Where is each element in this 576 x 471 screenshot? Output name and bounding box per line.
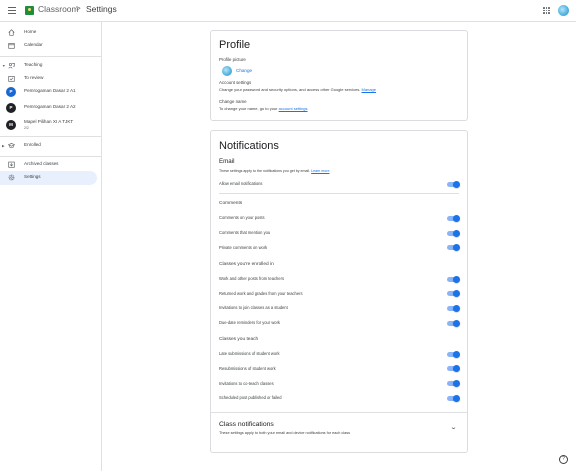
sidebar-item-teaching[interactable]: ▼ Teaching [0, 59, 97, 73]
sidebar-item-class-3[interactable]: M Mapel Pilihan XI A TJKT 2/2 [0, 117, 97, 133]
email-description: These settings apply to the notification… [219, 169, 329, 173]
sidebar-item-label: Enrolled [24, 142, 41, 147]
sidebar-item-enrolled[interactable]: ▶ Enrolled [0, 139, 97, 153]
sidebar-item-label: Archived classes [24, 161, 59, 166]
sidebar-item-class-1[interactable]: P Pemrogaman Dasar 2 A1 [0, 85, 97, 99]
top-app-bar: Classroom > Settings [0, 0, 576, 22]
change-picture-link[interactable]: Change [236, 68, 252, 73]
sidebar-item-archived[interactable]: Archived classes [0, 158, 97, 172]
setting-label: Invitations to join classes as a student [219, 305, 288, 310]
profile-card: Profile Profile picture Change Account s… [210, 30, 468, 121]
sidebar-divider [0, 136, 101, 137]
sidebar-item-label: Home [24, 29, 37, 34]
main-menu-icon[interactable] [8, 7, 16, 14]
sidebar-item-settings[interactable]: Settings [0, 171, 97, 185]
sidebar-item-label: Pemrogaman Dasar 2 A1 [24, 88, 76, 93]
expand-caret-icon[interactable]: ▼ [2, 64, 6, 68]
teach-heading: Classes you teach [219, 337, 259, 342]
sidebar: Home Calendar ▼ Teaching To review P Pem… [0, 22, 102, 471]
setting-label: Comments on your posts [219, 215, 265, 220]
setting-label: Late submissions of student work [219, 351, 280, 356]
expand-caret-icon[interactable]: ▶ [2, 144, 5, 148]
profile-picture [222, 66, 232, 76]
class-notifications-section[interactable]: Class notifications These settings apply… [211, 413, 467, 451]
sidebar-item-home[interactable]: Home [0, 26, 97, 40]
section-divider [219, 193, 459, 194]
profile-title: Profile [219, 39, 251, 51]
chevron-down-icon[interactable]: ⌄ [450, 424, 457, 431]
email-description-text: These settings apply to the notification… [219, 169, 311, 173]
comments-heading: Comments [219, 201, 243, 206]
account-settings-text: Change your password and security option… [219, 87, 376, 92]
sidebar-item-label: To review [24, 75, 44, 80]
gear-icon [8, 174, 15, 181]
class-notifications-title: Class notifications [219, 421, 274, 428]
setting-label: Comments that mention you [219, 230, 271, 235]
returned-work-toggle[interactable] [447, 289, 460, 297]
calendar-icon [8, 43, 15, 49]
email-heading: Email [219, 158, 235, 165]
due-date-reminders-toggle[interactable] [447, 319, 460, 327]
graduation-cap-icon [8, 143, 15, 149]
setting-label: Work and other posts from teachers [219, 276, 284, 281]
account-settings-heading: Account settings [219, 80, 252, 85]
profile-picture-label: Profile picture [219, 57, 246, 62]
to-review-icon [8, 76, 15, 82]
comments-on-posts-toggle[interactable] [447, 214, 460, 222]
class-section: 2/2 [24, 126, 29, 130]
notifications-title: Notifications [219, 140, 279, 152]
change-name-description: To change your name, go to your [219, 106, 278, 111]
comments-mention-toggle[interactable] [447, 229, 460, 237]
manage-link[interactable]: Manage [362, 87, 376, 92]
sidebar-item-label: Settings [24, 174, 41, 179]
co-teach-invitations-toggle[interactable] [447, 379, 460, 387]
class-notifications-text: These settings apply to both your email … [219, 431, 351, 435]
classroom-logo-icon[interactable] [25, 6, 34, 15]
account-settings-link[interactable]: account settings [279, 106, 308, 111]
sidebar-divider [0, 56, 101, 57]
home-icon [8, 29, 15, 36]
allow-email-toggle[interactable] [447, 180, 460, 188]
archive-icon [8, 161, 15, 168]
setting-label: Private comments on work [219, 245, 268, 250]
setting-label: Allow email notifications [219, 181, 263, 186]
sidebar-item-to-review[interactable]: To review [0, 72, 97, 86]
breadcrumb-chevron-icon: > [76, 4, 81, 13]
private-comments-toggle[interactable] [447, 243, 460, 251]
class-avatar: P [6, 103, 16, 113]
late-submissions-toggle[interactable] [447, 350, 460, 358]
account-settings-description: Change your password and security option… [219, 87, 361, 92]
work-posts-toggle[interactable] [447, 275, 460, 283]
sidebar-divider [0, 156, 101, 157]
change-name-text: To change your name, go to your account … [219, 106, 308, 111]
sidebar-item-label: Pemrogaman Dasar 2 A2 [24, 104, 76, 109]
teaching-icon [8, 62, 15, 69]
google-apps-icon[interactable] [543, 7, 550, 14]
enrolled-heading: Classes you're enrolled in [219, 262, 274, 267]
setting-label: Scheduled post published or failed [219, 395, 282, 400]
change-name-heading: Change name [219, 99, 247, 104]
account-avatar[interactable] [558, 5, 569, 16]
sidebar-item-calendar[interactable]: Calendar [0, 39, 97, 53]
resubmissions-toggle[interactable] [447, 364, 460, 372]
app-name[interactable]: Classroom [38, 4, 79, 14]
notifications-card: Notifications Email These settings apply… [210, 130, 468, 453]
class-avatar: M [6, 120, 16, 130]
class-avatar: P [6, 87, 16, 97]
setting-label: Due-date reminders for your work [219, 320, 280, 325]
sidebar-item-label: Mapel Pilihan XI A TJKT [24, 119, 74, 124]
sidebar-item-class-2[interactable]: P Pemrogaman Dasar 2 A2 [0, 101, 97, 115]
sidebar-item-label: Calendar [24, 42, 43, 47]
student-invitations-toggle[interactable] [447, 304, 460, 312]
scheduled-post-toggle[interactable] [447, 394, 460, 402]
help-icon[interactable]: ? [559, 455, 568, 464]
sidebar-item-label: Teaching [24, 62, 43, 67]
setting-label: Returned work and grades from your teach… [219, 291, 303, 296]
setting-label: Resubmissions of student work [219, 366, 276, 371]
learn-more-link[interactable]: Learn more [311, 169, 329, 173]
breadcrumb-page: Settings [86, 4, 117, 14]
setting-label: Invitations to co-teach classes [219, 381, 274, 386]
